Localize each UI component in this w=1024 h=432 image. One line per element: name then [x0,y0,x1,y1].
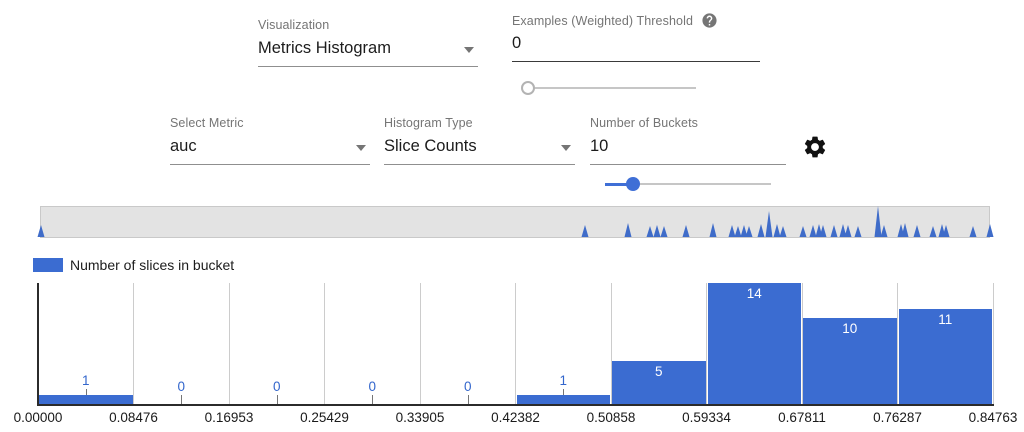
gridline [324,283,325,405]
gridline [515,283,516,405]
num-buckets-field[interactable]: Number of Buckets 10 [590,116,786,165]
x-axis-tick-label: 0.33905 [385,410,455,425]
threshold-slider-thumb[interactable] [521,81,535,95]
settings-gear-icon[interactable] [802,134,828,160]
metrics-histogram-chart[interactable]: 1000015141011 [38,283,993,406]
visualization-value: Metrics Histogram [258,39,391,57]
visualization-select[interactable]: Visualization Metrics Histogram [258,18,478,67]
threshold-field[interactable]: Examples (Weighted) Threshold 0 [512,12,760,62]
bar-value-label: 11 [925,312,965,327]
x-axis-tick-label: 0.16953 [194,410,264,425]
threshold-slider[interactable] [521,80,696,96]
gridline [420,283,421,405]
bar-label-tick [86,389,87,395]
slice-overview-spikes [41,205,989,237]
gridline [133,283,134,405]
bar-value-label: 10 [830,321,870,336]
gridline [993,283,994,405]
visualization-label: Visualization [258,18,478,32]
histogram-bar[interactable] [39,395,133,404]
gridline [229,283,230,405]
threshold-label: Examples (Weighted) Threshold [512,14,693,28]
histogram-bar[interactable] [517,395,611,404]
histogram-type-select[interactable]: Histogram Type Slice Counts [384,116,575,165]
x-axis-tick-label: 0.42382 [481,410,551,425]
bar-value-label: 5 [639,364,679,379]
histogram-bar[interactable] [708,283,802,404]
x-axis-tick-label: 0.67811 [767,410,837,425]
x-axis-tick-label: 0.50858 [576,410,646,425]
chevron-down-icon[interactable] [356,145,366,151]
chevron-down-icon[interactable] [561,145,571,151]
metric-value: auc [170,137,197,155]
num-buckets-slider[interactable] [605,176,771,192]
metric-label: Select Metric [170,116,370,130]
num-buckets-input[interactable]: 10 [590,137,608,155]
bar-value-label: 1 [543,373,583,388]
bar-label-tick [372,395,373,404]
metric-select[interactable]: Select Metric auc [170,116,370,165]
bar-label-tick [277,395,278,404]
x-axis [37,404,994,406]
bar-value-label: 0 [448,379,488,394]
num-buckets-label: Number of Buckets [590,116,786,130]
num-buckets-slider-thumb[interactable] [626,177,640,191]
bar-label-tick [468,395,469,404]
y-axis [37,283,39,406]
bar-value-label: 1 [66,373,106,388]
slice-overview-strip[interactable] [40,206,990,238]
legend-label: Number of slices in bucket [70,257,234,273]
x-axis-tick-label: 0.00000 [3,410,73,425]
histogram-type-value: Slice Counts [384,137,477,155]
bar-value-label: 14 [734,286,774,301]
x-axis-tick-label: 0.08476 [99,410,169,425]
legend-color-swatch [33,258,63,272]
bar-label-tick [181,395,182,404]
x-axis-tick-label: 0.59334 [672,410,742,425]
chart-legend: Number of slices in bucket [33,257,234,273]
bar-label-tick [563,389,564,395]
x-axis-tick-label: 0.25429 [290,410,360,425]
help-icon[interactable] [701,12,718,29]
histogram-type-label: Histogram Type [384,116,575,130]
bar-value-label: 0 [352,379,392,394]
threshold-input[interactable]: 0 [512,34,521,52]
x-axis-tick-label: 0.76287 [863,410,933,425]
chevron-down-icon[interactable] [464,47,474,53]
x-axis-tick-label: 0.84763 [958,410,1024,425]
bar-value-label: 0 [257,379,297,394]
bar-value-label: 0 [161,379,201,394]
